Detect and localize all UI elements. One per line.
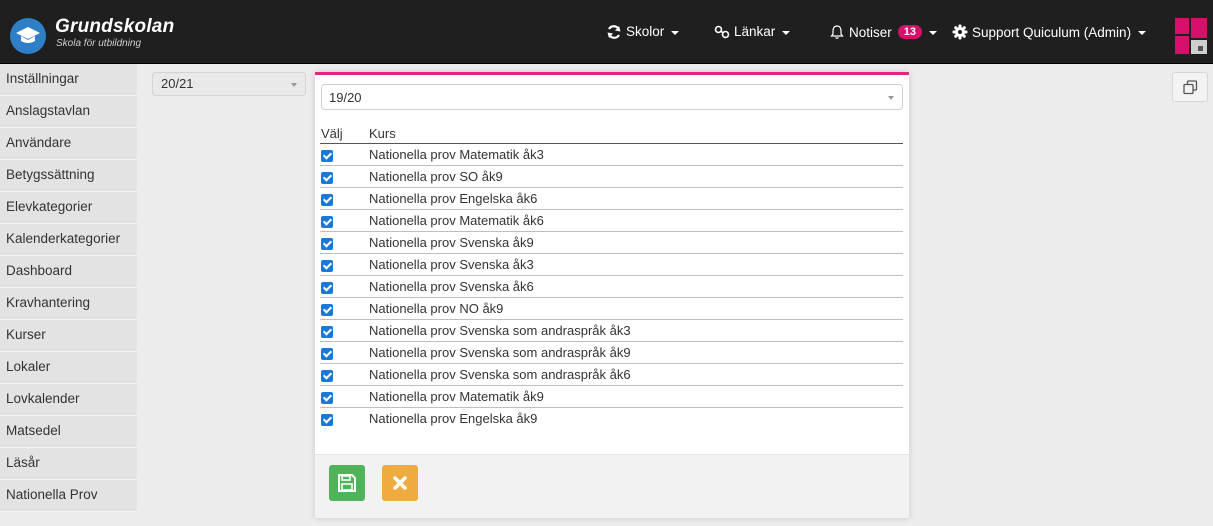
- nav-schools-label: Skolor: [626, 24, 665, 39]
- course-checkbox[interactable]: [321, 171, 333, 184]
- chevron-down-icon: [291, 83, 297, 87]
- sidebar-item-lokaler[interactable]: Lokaler: [0, 352, 137, 384]
- sidebar-item-kalenderkategorier[interactable]: Kalenderkategorier: [0, 224, 137, 256]
- sidebar-item-anvandare[interactable]: Användare: [0, 128, 137, 160]
- table-row: Nationella prov Engelska åk9: [320, 408, 903, 430]
- nav-user-menu[interactable]: Support Quiculum (Admin): [952, 24, 1147, 40]
- copy-courses-modal: 19/20 Välj Kurs Nationella prov Matemati…: [315, 72, 909, 518]
- table-row: Nationella prov Matematik åk3: [320, 143, 903, 166]
- course-checkbox[interactable]: [321, 149, 333, 162]
- table-row: Nationella prov Matematik åk9: [320, 385, 903, 408]
- save-button[interactable]: [329, 465, 365, 501]
- course-checkbox[interactable]: [321, 259, 333, 272]
- table-row: Nationella prov Matematik åk6: [320, 209, 903, 232]
- nav-notifications-menu[interactable]: Notiser 13: [829, 24, 938, 40]
- nav-notifications-label: Notiser: [849, 24, 892, 40]
- course-name: Nationella prov Engelska åk6: [369, 187, 903, 210]
- school-year-value: 20/21: [161, 76, 194, 91]
- refresh-icon: [607, 24, 621, 39]
- table-row: Nationella prov Svenska åk3: [320, 253, 903, 276]
- column-header-course: Kurs: [369, 123, 903, 144]
- course-name: Nationella prov Svenska som andraspråk å…: [369, 319, 903, 342]
- notification-count-badge: 13: [897, 25, 923, 39]
- course-checkbox[interactable]: [321, 303, 333, 316]
- close-icon: [393, 476, 407, 490]
- course-checkbox[interactable]: [321, 215, 333, 228]
- floppy-disk-icon: [338, 474, 356, 492]
- school-year-select[interactable]: 20/21: [152, 72, 306, 96]
- course-name: Nationella prov Svenska som andraspråk å…: [369, 341, 903, 364]
- course-checkbox[interactable]: [321, 193, 333, 206]
- sidebar-item-anslagstavlan[interactable]: Anslagstavlan: [0, 96, 137, 128]
- table-row: Nationella prov NO åk9: [320, 297, 903, 320]
- sidebar-item-lasar[interactable]: Läsår: [0, 448, 137, 480]
- bell-icon: [830, 25, 844, 39]
- nav-user-label: Support Quiculum (Admin): [972, 24, 1132, 40]
- copy-button[interactable]: [1172, 72, 1208, 102]
- sidebar-item-kravhantering[interactable]: Kravhantering: [0, 288, 137, 320]
- table-row: Nationella prov Svenska som andraspråk å…: [320, 319, 903, 342]
- sidebar: Inställningar Anslagstavlan Användare Be…: [0, 64, 137, 512]
- chevron-down-icon: [888, 96, 894, 100]
- course-name: Nationella prov Svenska åk3: [369, 253, 903, 276]
- course-name: Nationella prov SO åk9: [369, 165, 903, 188]
- sidebar-item-elevkategorier[interactable]: Elevkategorier: [0, 192, 137, 224]
- sidebar-item-dashboard[interactable]: Dashboard: [0, 256, 137, 288]
- nav-links-label: Länkar: [734, 24, 776, 39]
- graduation-cap-icon[interactable]: [10, 18, 46, 54]
- table-row: Nationella prov SO åk9: [320, 165, 903, 188]
- course-checkbox[interactable]: [321, 413, 333, 426]
- course-table: Välj Kurs Nationella prov Matematik åk3 …: [320, 123, 903, 429]
- course-checkbox[interactable]: [321, 325, 333, 338]
- nav-links-menu[interactable]: Länkar: [714, 24, 791, 39]
- brand-logo-icon: [1175, 18, 1207, 54]
- course-name: Nationella prov Svenska åk9: [369, 231, 903, 254]
- table-row: Nationella prov Engelska åk6: [320, 187, 903, 210]
- cancel-button[interactable]: [382, 465, 418, 501]
- course-name: Nationella prov Matematik åk9: [369, 385, 903, 408]
- course-checkbox[interactable]: [321, 369, 333, 382]
- sidebar-item-kurser[interactable]: Kurser: [0, 320, 137, 352]
- table-row: Nationella prov Svenska som andraspråk å…: [320, 341, 903, 364]
- table-row: Nationella prov Svenska som andraspråk å…: [320, 363, 903, 386]
- course-checkbox[interactable]: [321, 391, 333, 404]
- chevron-down-icon: [671, 30, 680, 35]
- brand-title[interactable]: Grundskolan: [55, 16, 174, 38]
- sidebar-item-installningar[interactable]: Inställningar: [0, 64, 137, 96]
- source-year-select[interactable]: 19/20: [321, 84, 903, 110]
- course-name: Nationella prov Matematik åk6: [369, 209, 903, 232]
- chevron-down-icon: [782, 30, 791, 35]
- sidebar-item-lovkalender[interactable]: Lovkalender: [0, 384, 137, 416]
- sidebar-item-betygssattning[interactable]: Betygssättning: [0, 160, 137, 192]
- modal-footer: [315, 454, 909, 518]
- table-row: Nationella prov Svenska åk6: [320, 275, 903, 298]
- course-name: Nationella prov Svenska som andraspråk å…: [369, 363, 903, 386]
- table-row: Nationella prov Svenska åk9: [320, 231, 903, 254]
- course-checkbox[interactable]: [321, 347, 333, 360]
- course-name: Nationella prov Svenska åk6: [369, 275, 903, 298]
- course-name: Nationella prov Engelska åk9: [369, 411, 538, 426]
- column-header-select: Välj: [320, 123, 369, 144]
- course-checkbox[interactable]: [321, 237, 333, 250]
- chevron-down-icon: [1138, 31, 1147, 35]
- table-header-row: Välj Kurs: [320, 123, 903, 144]
- course-name: Nationella prov Matematik åk3: [369, 143, 903, 166]
- copy-icon: [1183, 80, 1198, 95]
- source-year-value: 19/20: [329, 90, 362, 105]
- top-navbar: Grundskolan Skola för utbildning Skolor …: [0, 0, 1213, 64]
- sidebar-item-matsedel[interactable]: Matsedel: [0, 416, 137, 448]
- chevron-down-icon: [929, 31, 938, 35]
- gear-icon: [952, 24, 968, 40]
- brand-subtitle: Skola för utbildning: [56, 38, 142, 49]
- sidebar-item-nationella-prov[interactable]: Nationella Prov: [0, 480, 137, 512]
- nav-schools-menu[interactable]: Skolor: [606, 24, 680, 39]
- course-name: Nationella prov NO åk9: [369, 297, 903, 320]
- link-icon: [714, 25, 730, 38]
- course-checkbox[interactable]: [321, 281, 333, 294]
